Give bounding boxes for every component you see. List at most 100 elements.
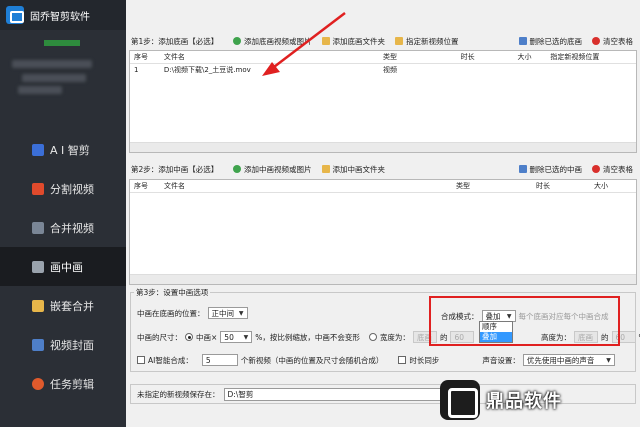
position-select[interactable]: 正中间 ▼ [207,307,248,319]
sidebar-item-label: 合并视频 [50,221,94,235]
clear-table-button[interactable]: 清空表格 [592,164,633,175]
add-overlay-video-button[interactable]: 添加中画视频或图片 [233,164,312,175]
chevron-down-icon: ▼ [243,333,249,341]
width-radio[interactable] [368,333,377,341]
step1-toolbar: 第1步：添加底画【必选】 添加底画视频或图片 添加底画文件夹 指定新视频位置 删… [129,33,637,49]
height-of-label: 的 [601,332,609,342]
add-overlay-folder-button[interactable]: 添加中画文件夹 [321,164,385,175]
duration-sync-checkbox[interactable] [398,356,407,364]
chevron-down-icon: ▼ [238,309,244,317]
sound-label: 声音设置： [482,355,520,365]
clear-icon [592,37,600,45]
blurred-account-info [12,60,108,96]
add-base-video-button[interactable]: 添加底画视频或图片 [233,36,312,47]
watermark: 鼎品软件 [440,372,640,427]
height-label: 高度为： [541,332,571,342]
sidebar-item-video-cover[interactable]: 视频封面 [0,325,126,364]
set-new-video-location-button[interactable]: 指定新视频位置 [395,36,459,47]
clear-table-button[interactable]: 清空表格 [592,36,633,47]
width-of-label: 的 [439,332,448,342]
step2-toolbar: 第2步：添加中画【必选】 添加中画视频或图片 添加中画文件夹 删除已选的中画 清… [129,161,637,177]
ai-compose-checkbox[interactable] [137,356,145,364]
sidebar-item-label: 画中画 [50,260,83,274]
delete-selected-base-button[interactable]: 删除已选的底画 [518,36,582,47]
scale-note: %，按比例缩放，中画不会变形 [255,332,360,342]
ai-note: 个新视频（中画的位置及尺寸会随机合成） [240,355,384,365]
save-location-input[interactable]: D:\智剪 [223,387,460,401]
sound-select[interactable]: 优先使用中画的声音 ▼ [522,354,615,366]
cover-icon [32,338,44,351]
height-percent-select[interactable]: 60 [611,331,636,343]
add-base-folder-button[interactable]: 添加底画文件夹 [321,36,385,47]
clear-icon [592,165,600,173]
sidebar-item-merge-video[interactable]: 合并视频 [0,208,126,247]
scale-percent-select[interactable]: 50 ▼ [220,331,253,343]
mode-row: 合成模式： 叠加 ▼ 每个底画对应每个中画合成 [441,310,609,322]
merge-icon [32,221,44,234]
sidebar-item-label: 分割视频 [50,182,94,196]
watermark-logo-icon [440,379,480,420]
folder-icon [321,165,330,173]
sidebar: 固乔智剪软件 A I 智剪 分割视频 合并视频 画中画 嵌套合并 视频封面 任务… [0,0,126,427]
app-title: 固乔智剪软件 [30,11,90,23]
height-base-select[interactable]: 底画 [574,331,598,343]
sidebar-item-nested-merge[interactable]: 嵌套合并 [0,286,126,325]
split-icon [32,182,44,195]
table-row[interactable]: 1 D:\视频下载\2_土豆说.mov 视频 [130,64,636,75]
sidebar-item-label: 任务剪辑 [50,377,94,391]
position-label: 中画在底画的位置： [137,308,205,318]
width-percent-select[interactable]: 60 [450,331,475,343]
step2-label: 第2步：添加中画【必选】 [131,164,219,174]
chevron-down-icon: ▼ [606,356,611,364]
size-label: 中画的尺寸： [137,332,182,342]
mode-dropdown-list[interactable]: 顺序 叠加 [479,321,513,343]
delete-icon [518,165,527,173]
mode-hint: 每个底画对应每个中画合成 [518,311,609,321]
add-icon [233,37,241,45]
ai-icon [32,143,44,156]
mode-option-sequential[interactable]: 顺序 [480,322,512,332]
step3-label: 第3步：设置中画选项 [134,287,211,298]
mode-label: 合成模式： [441,311,479,321]
folder-icon [321,37,330,45]
size-row: 中画的尺寸： 中画× 50 ▼ %，按比例缩放，中画不会变形 宽度为： 底画 的 … [137,331,475,343]
sidebar-item-label: A I 智剪 [50,143,90,157]
account-status-bar [44,40,80,46]
overlay-video-table[interactable]: 序号 文件名 类型 时长 大小 [129,179,637,285]
sidebar-item-split-video[interactable]: 分割视频 [0,169,126,208]
ai-row: AI智能合成： 5 个新视频（中画的位置及尺寸会随机合成） 时长同步 声音设置：… [137,354,615,366]
delete-icon [518,37,527,45]
sidebar-item-picture-in-picture[interactable]: 画中画 [0,247,126,286]
app-logo-icon [6,6,24,24]
horizontal-scrollbar[interactable] [130,274,636,284]
app-header: 固乔智剪软件 [0,0,126,30]
chevron-down-icon: ▼ [506,312,512,320]
width-label: 宽度为： [379,332,410,342]
save-location-label: 未指定的新视频保存在： [137,389,220,399]
mode-option-overlay[interactable]: 叠加 [480,332,512,342]
scale-radio[interactable] [185,333,193,341]
base-video-table[interactable]: 序号 文件名 类型 时长 大小 指定新视频位置 1 D:\视频下载\2_土豆说.… [129,50,637,153]
pip-icon [32,260,44,273]
scale-mode-label: 中画× [196,332,218,342]
sidebar-item-label: 视频封面 [50,338,94,352]
ai-compose-label: AI智能合成： [148,355,193,365]
add-icon [233,165,241,173]
table-header: 序号 文件名 类型 时长 大小 [130,180,636,193]
step1-label: 第1步：添加底画【必选】 [131,36,219,46]
table-header: 序号 文件名 类型 时长 大小 指定新视频位置 [130,51,636,64]
horizontal-scrollbar[interactable] [130,142,636,152]
position-row: 中画在底画的位置： 正中间 ▼ [137,307,248,319]
sidebar-item-task-edit[interactable]: 任务剪辑 [0,364,126,403]
sidebar-nav: A I 智剪 分割视频 合并视频 画中画 嵌套合并 视频封面 任务剪辑 [0,130,126,403]
pip-options-panel: 第3步：设置中画选项 中画在底画的位置： 正中间 ▼ 中画的尺寸： 中画× 50 ▼… [130,287,640,372]
task-icon [32,377,44,390]
sidebar-item-ai-cut[interactable]: A I 智剪 [0,130,126,169]
height-row: 高度为： 底画 的 60 % [541,331,640,343]
delete-selected-overlay-button[interactable]: 删除已选的中画 [518,164,582,175]
ai-count-input[interactable]: 5 [201,354,238,366]
width-base-select[interactable]: 底画 [412,331,437,343]
nest-icon [32,299,44,312]
watermark-text: 鼎品软件 [486,390,562,412]
sidebar-item-label: 嵌套合并 [50,299,94,313]
